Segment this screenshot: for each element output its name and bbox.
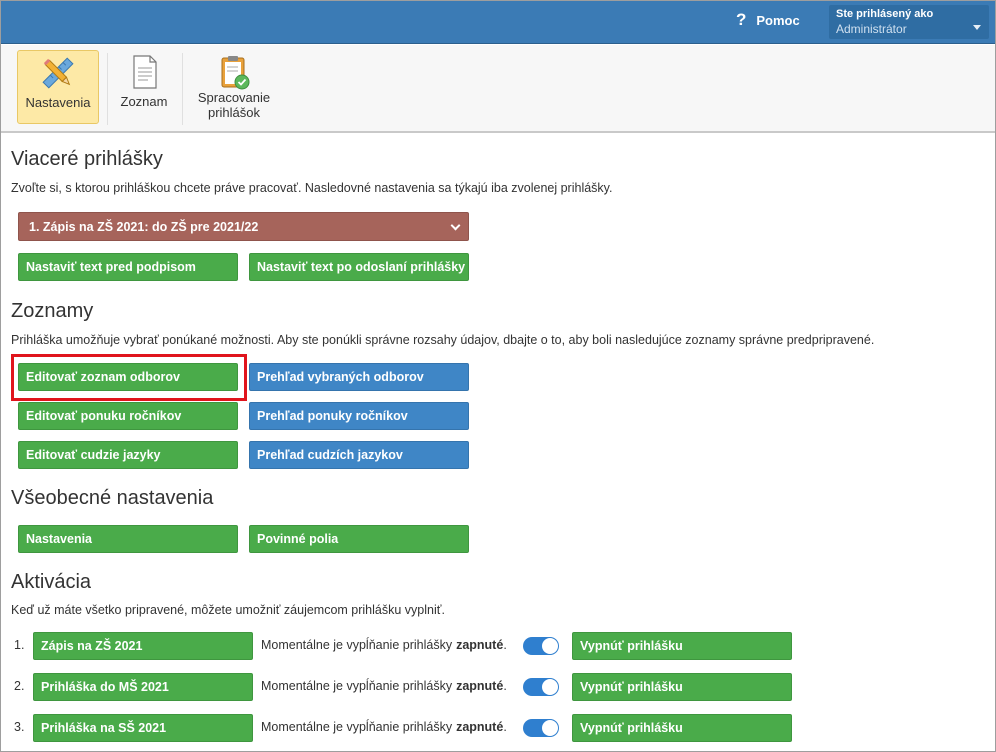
activation-toggle[interactable] bbox=[523, 719, 559, 737]
status-suffix: . bbox=[503, 679, 507, 693]
multi-description: Zvoľte si, s ktorou prihláškou chcete pr… bbox=[11, 181, 613, 195]
application-ss-button[interactable]: Prihláška na SŠ 2021 bbox=[33, 714, 253, 742]
activation-row-number: 3. bbox=[14, 720, 25, 734]
caret-down-icon bbox=[973, 25, 981, 30]
view-years-button[interactable]: Prehľad ponuky ročníkov bbox=[249, 402, 469, 430]
view-fields-button[interactable]: Prehľad vybraných odborov bbox=[249, 363, 469, 391]
ribbon-settings-button[interactable]: Nastavenia bbox=[17, 50, 99, 124]
application-zs-button[interactable]: Zápis na ZŠ 2021 bbox=[33, 632, 253, 660]
status-value: zapnuté bbox=[456, 638, 504, 652]
edit-fields-button[interactable]: Editovať zoznam odborov bbox=[18, 363, 238, 391]
application-ms-button[interactable]: Prihláška do MŠ 2021 bbox=[33, 673, 253, 701]
activation-status: Momentálne je vypĺňanie prihlášky zapnut… bbox=[261, 679, 507, 693]
lists-description: Prihláška umožňuje vybrať ponúkané možno… bbox=[11, 333, 875, 347]
application-select[interactable]: 1. Zápis na ZŠ 2021: do ZŠ pre 2021/22 bbox=[18, 212, 469, 241]
lists-title: Zoznamy bbox=[11, 300, 94, 322]
status-value: zapnuté bbox=[456, 679, 504, 693]
toggle-knob bbox=[542, 720, 558, 736]
ribbon-divider bbox=[182, 53, 183, 125]
edit-years-button[interactable]: Editovať ponuku ročníkov bbox=[18, 402, 238, 430]
text-after-send-button[interactable]: Nastaviť text po odoslaní prihlášky bbox=[249, 253, 469, 281]
required-fields-button[interactable]: Povinné polia bbox=[249, 525, 469, 553]
ribbon-toolbar: Nastavenia Zoznam Spracovanie prihlášok bbox=[1, 45, 995, 133]
clipboard-check-icon bbox=[221, 56, 250, 90]
view-languages-button[interactable]: Prehľad cudzích jazykov bbox=[249, 441, 469, 469]
general-title: Všeobecné nastavenia bbox=[11, 487, 214, 509]
status-prefix: Momentálne je vypĺňanie prihlášky bbox=[261, 638, 453, 652]
app-frame: ? Pomoc Ste prihlásený ako Administrátor bbox=[0, 0, 996, 752]
multi-title: Viaceré prihlášky bbox=[11, 148, 163, 170]
chevron-down-icon bbox=[450, 220, 461, 231]
activation-title: Aktivácia bbox=[11, 571, 92, 593]
toggle-knob bbox=[542, 679, 558, 695]
ribbon-divider bbox=[107, 53, 108, 125]
ribbon-processing-label-1: Spracovanie bbox=[197, 90, 271, 105]
user-label: Ste prihlásený ako bbox=[836, 8, 934, 20]
disable-application-button[interactable]: Vypnúť prihlášku bbox=[572, 714, 792, 742]
pencil-ruler-icon bbox=[42, 57, 74, 89]
status-prefix: Momentálne je vypĺňanie prihlášky bbox=[261, 720, 453, 734]
help-label: Pomoc bbox=[756, 12, 800, 28]
activation-toggle[interactable] bbox=[523, 678, 559, 696]
activation-toggle[interactable] bbox=[523, 637, 559, 655]
activation-row-number: 2. bbox=[14, 679, 25, 693]
top-bar: ? Pomoc Ste prihlásený ako Administrátor bbox=[1, 1, 995, 44]
ribbon-processing-button[interactable]: Spracovanie prihlášok bbox=[191, 50, 277, 124]
ribbon-processing-label-2: prihlášok bbox=[207, 105, 261, 120]
disable-application-button[interactable]: Vypnúť prihlášku bbox=[572, 632, 792, 660]
activation-status: Momentálne je vypĺňanie prihlášky zapnut… bbox=[261, 720, 507, 734]
question-icon: ? bbox=[736, 10, 747, 29]
activation-status: Momentálne je vypĺňanie prihlášky zapnut… bbox=[261, 638, 507, 652]
activation-row-number: 1. bbox=[14, 638, 25, 652]
user-name: Administrátor bbox=[836, 22, 907, 36]
ribbon-settings-label: Nastavenia bbox=[25, 95, 91, 110]
general-settings-button[interactable]: Nastavenia bbox=[18, 525, 238, 553]
application-select-value: 1. Zápis na ZŠ 2021: do ZŠ pre 2021/22 bbox=[29, 219, 259, 234]
activation-description: Keď už máte všetko pripravené, môžete um… bbox=[11, 603, 445, 617]
help-link[interactable]: ? Pomoc bbox=[736, 9, 800, 31]
ribbon-list-button[interactable]: Zoznam bbox=[113, 50, 175, 124]
disable-application-button[interactable]: Vypnúť prihlášku bbox=[572, 673, 792, 701]
text-before-signature-button[interactable]: Nastaviť text pred podpisom bbox=[18, 253, 238, 281]
document-icon bbox=[133, 55, 157, 89]
status-suffix: . bbox=[503, 638, 507, 652]
toggle-knob bbox=[542, 638, 558, 654]
user-menu[interactable]: Ste prihlásený ako Administrátor bbox=[829, 5, 989, 39]
status-prefix: Momentálne je vypĺňanie prihlášky bbox=[261, 679, 453, 693]
edit-languages-button[interactable]: Editovať cudzie jazyky bbox=[18, 441, 238, 469]
ribbon-list-label: Zoznam bbox=[120, 94, 168, 109]
status-suffix: . bbox=[503, 720, 507, 734]
status-value: zapnuté bbox=[456, 720, 504, 734]
